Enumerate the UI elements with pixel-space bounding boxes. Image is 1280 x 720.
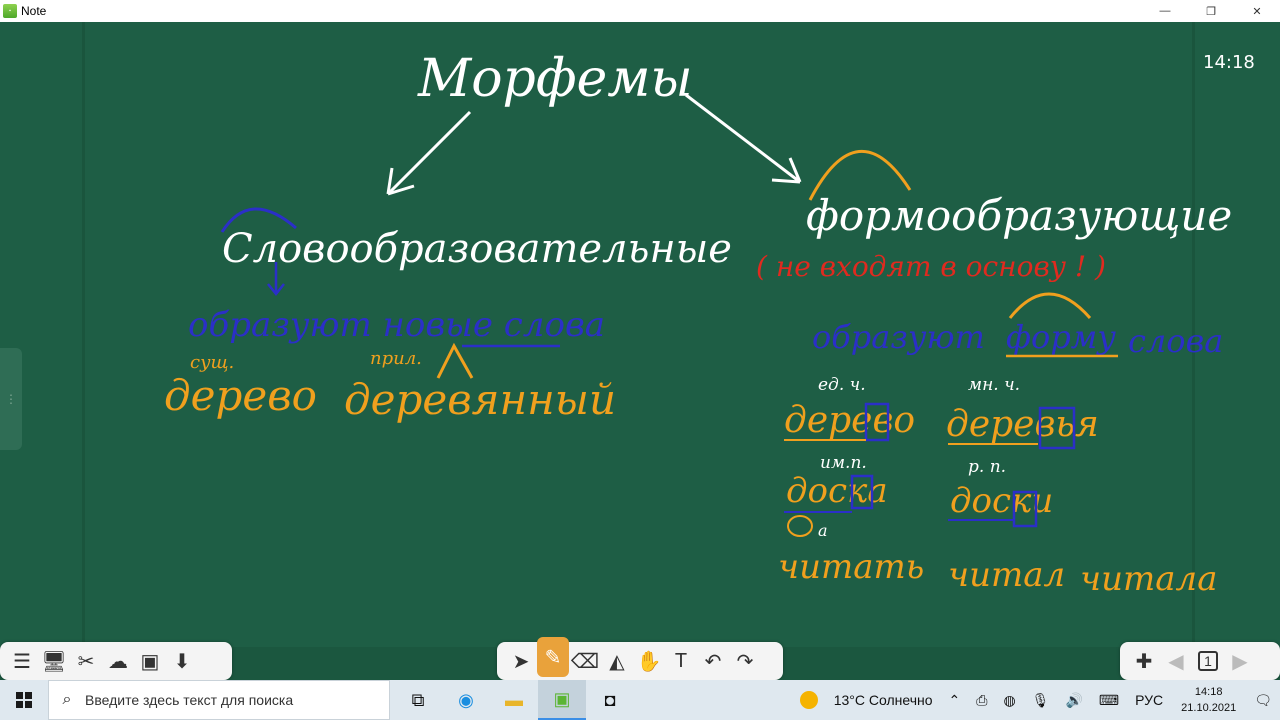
left-toolbar: ☰ 🖥 ✂ ☁ ▣ ⬇ xyxy=(0,642,232,680)
drawing-toolbar: ➤ ✎ ⌫ ◭ ✋ T ↶ ↷ xyxy=(497,637,783,680)
clock-area[interactable]: 14:18 21.10.2021 xyxy=(1171,684,1246,716)
page-toolbar: ✚ ◀ 1 ▶ xyxy=(1120,642,1280,680)
microphone-icon[interactable]: 🎙 xyxy=(1024,692,1058,709)
handwriting-layer: Морфемы Словообразовательные образуют но… xyxy=(164,49,1232,599)
pen-icon[interactable]: ✎ xyxy=(537,637,569,677)
annot-suffix: а xyxy=(818,521,828,540)
annot-plural: мн. ч. xyxy=(968,375,1020,395)
volume-icon[interactable]: 🔊 xyxy=(1057,692,1090,709)
cursor-icon[interactable]: ➤ xyxy=(505,645,537,677)
undo-icon[interactable]: ↶ xyxy=(697,645,729,677)
image-icon[interactable]: ▣ xyxy=(134,645,166,677)
cloud-icon[interactable]: ☁ xyxy=(102,645,134,677)
system-tray: 13°C Солнечно ⌃ ⎙ ◍ 🎙 🔊 ⌨ РУС 14:18 21.1… xyxy=(799,680,1280,720)
hand-icon[interactable]: ✋ xyxy=(633,645,665,677)
search-placeholder: Введите здесь текст для поиска xyxy=(85,692,294,708)
right-branch-note: ( не входят в основу ! ) xyxy=(756,250,1106,283)
page-number: 1 xyxy=(1198,651,1218,671)
windows-taskbar: ⌕ Введите здесь текст для поиска ⧉ ◉ ▬ ▣… xyxy=(0,680,1280,720)
form-arc xyxy=(1008,292,1092,319)
annot-noun: сущ. xyxy=(190,352,234,373)
annot-nominative: им.п. xyxy=(820,453,867,473)
keyboard-icon[interactable]: ⌨ xyxy=(1091,692,1127,709)
printer-icon[interactable]: ⎙ xyxy=(968,692,995,709)
text-icon[interactable]: T xyxy=(665,645,697,677)
left-branch-title: Словообразовательные xyxy=(222,226,732,272)
chevron-up-icon[interactable]: ⌃ xyxy=(941,692,969,709)
next-page-icon[interactable]: ▶ xyxy=(1224,645,1256,677)
display-icon[interactable]: 🖥 xyxy=(38,645,70,677)
right-description-3: слова xyxy=(1128,322,1223,360)
taskbar-date: 21.10.2021 xyxy=(1181,702,1237,714)
edge-browser-icon[interactable]: ◉ xyxy=(442,680,490,720)
export-icon[interactable]: ⬇ xyxy=(166,645,198,677)
right-word-2: деревья xyxy=(946,404,1099,445)
right-word-6: читал xyxy=(948,555,1065,595)
right-word-4: доски xyxy=(950,481,1053,521)
right-description-1: образуют xyxy=(812,318,985,356)
zero-ending-mark xyxy=(787,515,813,537)
start-button[interactable] xyxy=(0,680,48,720)
right-word-5: читать xyxy=(778,547,924,587)
language-indicator[interactable]: РУС xyxy=(1127,692,1171,708)
arrow-right xyxy=(685,93,802,184)
sun-icon xyxy=(799,691,818,709)
menu-icon[interactable]: ☰ xyxy=(6,645,38,677)
left-branch-description: образуют новые слова xyxy=(188,305,605,345)
note-app-icon[interactable]: ▣ xyxy=(538,680,586,720)
file-explorer-icon[interactable]: ▬ xyxy=(490,680,538,720)
eraser-icon[interactable]: ⌫ xyxy=(569,645,601,677)
right-branch-title: формообразующие xyxy=(806,191,1232,240)
annot-adj: прил. xyxy=(370,348,422,369)
add-page-icon[interactable]: ✚ xyxy=(1128,645,1160,677)
weather-text[interactable]: 13°C Солнечно xyxy=(826,692,941,708)
left-example-1: дерево xyxy=(164,371,317,420)
arrow-left xyxy=(386,110,472,196)
task-view-icon[interactable]: ⧉ xyxy=(394,680,442,720)
right-word-7: читала xyxy=(1080,559,1217,599)
tools-icon[interactable]: ✂ xyxy=(70,645,102,677)
search-icon: ⌕ xyxy=(62,691,72,708)
taskbar-time: 14:18 xyxy=(1194,686,1223,698)
suffix-mark xyxy=(436,342,474,379)
windows-logo-icon xyxy=(16,692,32,708)
redo-icon[interactable]: ↷ xyxy=(729,645,761,677)
globe-icon[interactable]: ◍ xyxy=(995,692,1023,709)
shape-icon[interactable]: ◭ xyxy=(601,645,633,677)
left-example-2: деревянный xyxy=(344,375,616,424)
prev-page-icon[interactable]: ◀ xyxy=(1160,645,1192,677)
camera-app-icon[interactable]: ◘ xyxy=(586,680,634,720)
right-word-1: дерево xyxy=(784,400,915,441)
annot-singular: ед. ч. xyxy=(818,375,866,395)
right-description-2: форму xyxy=(1006,318,1116,356)
annot-genitive: р. п. xyxy=(968,457,1006,477)
heading-text: Морфемы xyxy=(417,49,693,109)
taskbar-search[interactable]: ⌕ Введите здесь текст для поиска xyxy=(48,680,390,720)
page-counter-icon[interactable]: 1 xyxy=(1192,645,1224,677)
notifications-icon[interactable]: 🗨 xyxy=(1246,692,1280,709)
